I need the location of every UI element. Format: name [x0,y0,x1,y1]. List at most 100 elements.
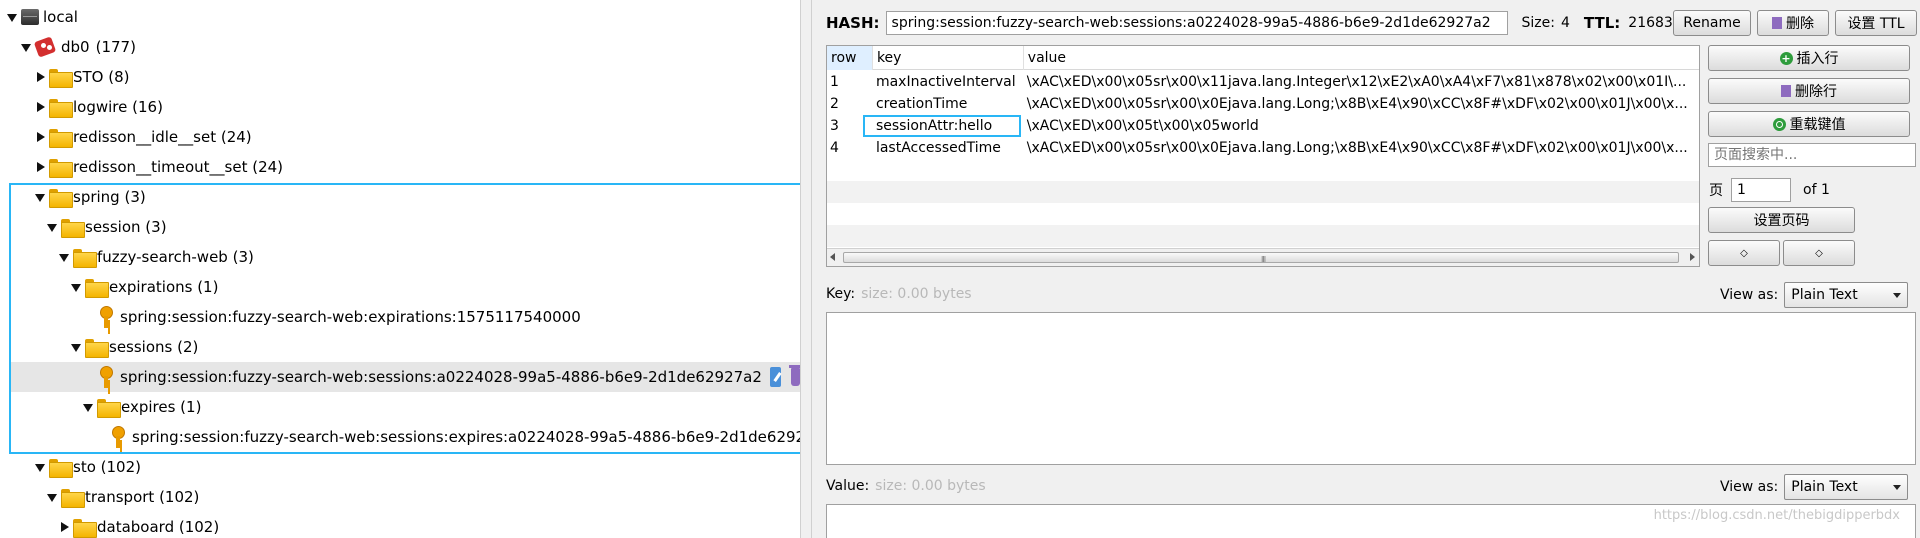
key-editor-label: Key: size: 0.00 bytes [826,286,972,302]
key-label: Key: [826,286,856,302]
tree-node-label: spring (3) [73,188,146,206]
table-row[interactable]: 2 creationTime \xAC\xED\x00\x05sr\x00\x0… [827,93,1699,115]
key-tree[interactable]: local db0 (177) STO (8) logwire (16) red… [0,0,800,538]
page-number-input[interactable]: 1 [1731,178,1791,202]
key-name-field[interactable]: spring:session:fuzzy-search-web:sessions… [885,11,1508,35]
cell-key: sessionAttr:hello [875,118,993,134]
delete-key-button[interactable]: 删除 [1757,10,1829,36]
tree-folder[interactable]: redisson__timeout__set (24) [34,152,283,182]
cell-value: \xAC\xED\x00\x05sr\x00\x0Ejava.lang.Long… [1026,96,1688,112]
value-label: Value: [826,478,870,494]
tree-folder[interactable]: expires (1) [82,392,201,422]
redis-db-icon [35,37,57,57]
chevron-down-icon[interactable] [70,341,82,353]
column-header-value[interactable]: value [1024,46,1699,70]
tree-folder[interactable]: sessions (2) [70,332,198,362]
size-value: 4 [1561,15,1570,31]
key-view-as: View as: Plain Text [1720,282,1909,308]
tree-folder[interactable]: expirations (1) [70,272,218,302]
tree-folder[interactable]: logwire (16) [34,92,163,122]
chevron-down-icon[interactable] [6,11,18,23]
tree-key[interactable]: spring:session:fuzzy-search-web:sessions… [110,422,800,452]
tree-db[interactable]: db0 (177) [20,32,136,62]
key-size-hint: size: 0.00 bytes [861,286,972,302]
trash-icon[interactable] [788,365,800,386]
value-view-as-select[interactable]: Plain Text [1784,474,1909,500]
page-total: of 1 [1803,182,1830,198]
delete-row-label: 删除行 [1795,84,1837,100]
tree-node-label: spring:session:fuzzy-search-web:sessions… [132,428,800,446]
column-header-key[interactable]: key [873,46,1024,70]
set-ttl-button[interactable]: 设置 TTL [1835,10,1917,36]
tree-node-label: STO (8) [73,68,130,86]
tree-folder[interactable]: redisson__idle__set (24) [34,122,252,152]
chevron-down-icon[interactable] [46,491,58,503]
value-editor-label: Value: size: 0.00 bytes [826,478,986,494]
tree-node-label: databoard (102) [97,518,220,536]
next-page-button[interactable]: ◇ [1783,240,1855,266]
tree-folder[interactable]: STO (8) [34,62,130,92]
cell-key: lastAccessedTime [875,140,1001,156]
prev-page-button[interactable]: ◇ [1708,240,1780,266]
chevron-down-icon[interactable] [46,221,58,233]
tree-folder[interactable]: databoard (102) [58,512,219,538]
table-row[interactable]: 4 lastAccessedTime \xAC\xED\x00\x05sr\x0… [827,137,1699,159]
folder-icon [73,248,97,268]
value-size-hint: size: 0.00 bytes [875,478,986,494]
chevron-right-icon[interactable] [34,101,46,113]
folder-icon [61,218,85,238]
scroll-right-icon[interactable] [1690,253,1695,261]
folder-icon [85,338,109,358]
key-editor[interactable] [826,312,1916,465]
chevron-down-icon[interactable] [58,251,70,263]
tree-node-label: spring:session:fuzzy-search-web:expirati… [120,308,581,326]
chevron-down-icon[interactable] [20,41,32,53]
chevron-down-icon[interactable] [82,401,94,413]
cell-value: \xAC\xED\x00\x05sr\x00\x11java.lang.Inte… [1026,74,1687,90]
prev-page-icon: ◇ [1740,247,1748,259]
chevron-right-icon[interactable] [34,161,46,173]
scrollbar-thumb[interactable]: III [843,252,1679,264]
cell-value: \xAC\xED\x00\x05sr\x00\x0Ejava.lang.Long… [1026,140,1688,156]
chevron-right-icon[interactable] [58,521,70,533]
tree-folder[interactable]: sto (102) [34,452,141,482]
chevron-right-icon[interactable] [34,131,46,143]
hash-table[interactable]: row key value 1 maxInactiveInterval \xAC… [826,45,1700,267]
set-page-label: 设置页码 [1753,213,1810,229]
reload-value-label: 重载键值 [1789,117,1846,133]
delete-row-button[interactable]: 删除行 [1708,78,1910,104]
tree-root[interactable]: local [6,2,78,32]
panel-splitter[interactable] [800,0,812,538]
edit-icon[interactable] [769,367,781,387]
tree-folder[interactable]: spring (3) [34,182,146,212]
chevron-down-icon[interactable] [70,281,82,293]
insert-row-button[interactable]: + 插入行 [1708,45,1910,71]
tree-folder[interactable]: fuzzy-search-web (3) [58,242,254,272]
tree-node-label: spring:session:fuzzy-search-web:sessions… [120,368,762,386]
page-search-input[interactable] [1708,143,1916,167]
key-header: HASH: spring:session:fuzzy-search-web:se… [826,10,1673,36]
set-page-button[interactable]: 设置页码 [1708,207,1855,233]
chevron-down-icon [1893,484,1902,490]
tree-root-label: local [43,8,78,26]
chevron-right-icon[interactable] [34,71,46,83]
tree-folder[interactable]: session (3) [46,212,167,242]
table-row[interactable]: 1 maxInactiveInterval \xAC\xED\x00\x05sr… [827,71,1699,93]
folder-icon [49,68,73,88]
chevron-down-icon[interactable] [34,461,46,473]
horizontal-scrollbar[interactable]: III [827,248,1699,266]
server-icon [21,9,39,25]
folder-icon [97,398,121,418]
folder-icon [85,278,109,298]
tree-folder[interactable]: transport (102) [46,482,199,512]
table-row[interactable]: 3 sessionAttr:hello \xAC\xED\x00\x05t\x0… [827,115,1699,137]
column-header-row[interactable]: row [827,46,873,70]
chevron-down-icon[interactable] [34,191,46,203]
tree-key[interactable]: spring:session:fuzzy-search-web:expirati… [98,302,581,332]
rename-button[interactable]: Rename [1673,10,1751,36]
tree-key-selected[interactable]: spring:session:fuzzy-search-web:sessions… [10,362,800,392]
key-icon [98,365,114,389]
scroll-left-icon[interactable] [830,253,835,261]
reload-value-button[interactable]: 重载键值 [1708,111,1910,137]
key-view-as-select[interactable]: Plain Text [1784,282,1909,308]
